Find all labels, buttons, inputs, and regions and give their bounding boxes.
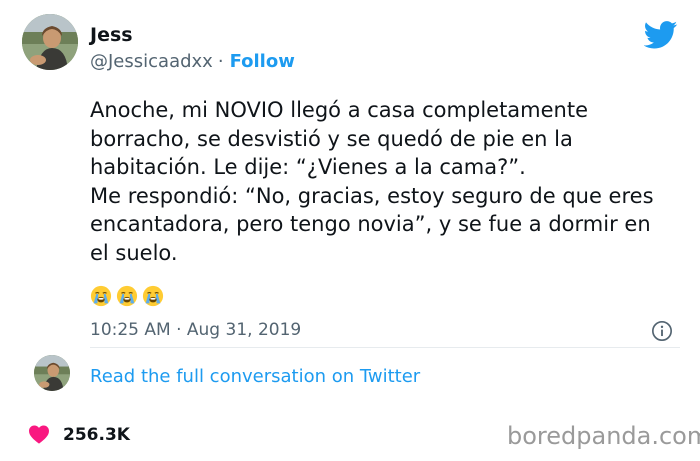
twitter-bird-icon[interactable] (644, 21, 678, 49)
tweet-paragraph: Me respondió: “No, gracias, estoy seguro… (90, 183, 654, 265)
user-avatar[interactable] (22, 14, 78, 70)
heart-icon[interactable] (28, 424, 50, 444)
info-icon[interactable] (651, 320, 673, 342)
avatar-photo (22, 14, 78, 70)
user-display-name[interactable]: Jess (90, 24, 133, 46)
tweet-paragraph: Anoche, mi NOVIO llegó a casa completame… (90, 98, 589, 179)
avatar-photo (34, 355, 70, 391)
follow-button[interactable]: Follow (230, 51, 295, 72)
conversation-avatar[interactable] (34, 355, 70, 391)
emoji-row (90, 285, 164, 309)
read-conversation-link[interactable]: Read the full conversation on Twitter (90, 366, 420, 387)
loudly-crying-face-icon (142, 285, 164, 307)
user-handle-row: @Jessicaadxx · Follow (90, 51, 295, 72)
boredpanda-watermark: boredpanda.com (507, 422, 700, 450)
divider (90, 347, 680, 348)
loudly-crying-face-icon (116, 285, 138, 307)
separator-dot: · (217, 51, 224, 72)
tweet-text: Anoche, mi NOVIO llegó a casa completame… (90, 96, 660, 267)
like-count: 256.3K (63, 425, 130, 445)
loudly-crying-face-icon (90, 285, 112, 307)
tweet-timestamp[interactable]: 10:25 AM · Aug 31, 2019 (90, 320, 301, 340)
user-handle[interactable]: @Jessicaadxx (90, 51, 213, 72)
